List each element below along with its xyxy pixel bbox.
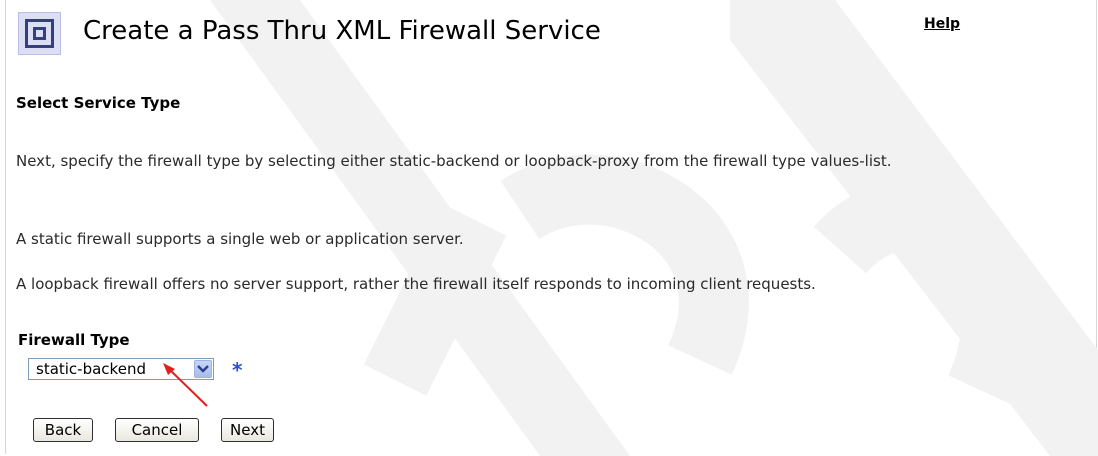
loopback-firewall-description: A loopback firewall offers no server sup… bbox=[16, 275, 816, 293]
page-title: Create a Pass Thru XML Firewall Service bbox=[83, 16, 601, 46]
instruction-paragraph: Next, specify the firewall type by selec… bbox=[16, 152, 892, 170]
required-marker: * bbox=[232, 358, 243, 382]
cancel-button[interactable]: Cancel bbox=[115, 418, 199, 442]
annotation-arrow-icon bbox=[163, 363, 208, 407]
back-button[interactable]: Back bbox=[33, 418, 93, 442]
next-button[interactable]: Next bbox=[221, 418, 274, 442]
firewall-service-logo-icon bbox=[18, 12, 61, 55]
section-heading: Select Service Type bbox=[16, 94, 181, 112]
help-link[interactable]: Help bbox=[924, 16, 960, 32]
static-firewall-description: A static firewall supports a single web … bbox=[16, 230, 464, 248]
firewall-type-label: Firewall Type bbox=[18, 331, 130, 349]
firewall-type-selected-value: static-backend bbox=[36, 360, 146, 378]
